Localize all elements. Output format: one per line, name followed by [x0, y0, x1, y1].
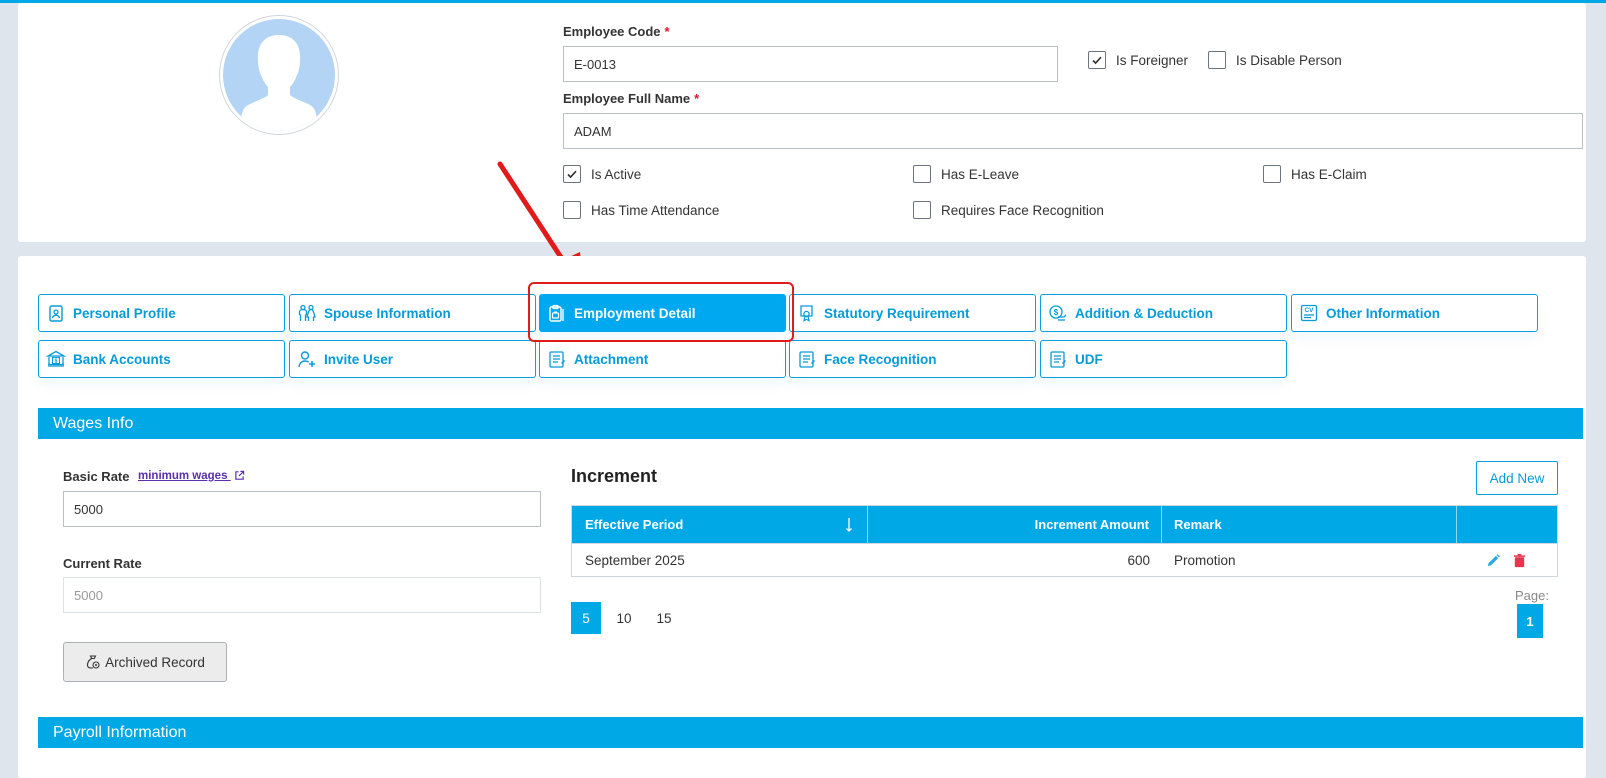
- tab-label: Bank Accounts: [73, 351, 171, 367]
- current-rate-label: Current Rate: [63, 556, 142, 571]
- page-number-1[interactable]: 1: [1517, 604, 1543, 638]
- avatar-placeholder-icon: [223, 19, 335, 131]
- page-size-10[interactable]: 10: [609, 602, 639, 634]
- archived-record-button[interactable]: Archived Record: [63, 642, 227, 682]
- tab-label: UDF: [1075, 351, 1103, 367]
- avatar[interactable]: [219, 15, 339, 135]
- add-user-icon: [296, 348, 318, 370]
- document-edit-icon: [796, 348, 818, 370]
- current-rate-input: 5000: [63, 577, 541, 613]
- checkbox-box[interactable]: [1088, 51, 1106, 69]
- svg-text:CV: CV: [1304, 307, 1314, 314]
- employee-fullname-input[interactable]: ADAM: [563, 113, 1583, 149]
- payroll-information-header: Payroll Information: [38, 717, 1583, 748]
- is-disable-person-label: Is Disable Person: [1236, 52, 1342, 68]
- requires-face-recognition-checkbox[interactable]: Requires Face Recognition: [913, 201, 1104, 219]
- tab-other-information[interactable]: CV Other Information: [1291, 294, 1538, 332]
- svg-text:$: $: [55, 358, 58, 364]
- tab-invite-user[interactable]: Invite User: [289, 340, 536, 378]
- checkbox-box[interactable]: [913, 201, 931, 219]
- employee-code-input[interactable]: E-0013: [563, 46, 1058, 82]
- tab-label: Addition & Deduction: [1075, 305, 1213, 321]
- increment-grid-header: Effective Period Increment Amount Remark: [572, 506, 1557, 543]
- money-icon: $: [1047, 302, 1069, 324]
- table-row[interactable]: September 2025 600 Promotion: [572, 543, 1557, 577]
- external-link-icon: [234, 471, 244, 481]
- archived-record-label: Archived Record: [105, 654, 205, 670]
- employee-code-label: Employee Code *: [563, 24, 670, 39]
- increment-grid: Effective Period Increment Amount Remark…: [571, 505, 1558, 577]
- bank-icon: $: [45, 348, 67, 370]
- is-foreigner-checkbox[interactable]: Is Foreigner: [1088, 51, 1188, 69]
- checkbox-box[interactable]: [913, 165, 931, 183]
- tab-statutory-requirement[interactable]: Statutory Requirement: [789, 294, 1036, 332]
- add-new-button[interactable]: Add New: [1476, 461, 1558, 495]
- money-bag-icon: [87, 655, 100, 669]
- column-label: Increment Amount: [1034, 517, 1149, 532]
- column-effective-period[interactable]: Effective Period: [572, 506, 868, 543]
- is-disable-person-checkbox[interactable]: Is Disable Person: [1208, 51, 1342, 69]
- tab-attachment[interactable]: Attachment: [539, 340, 786, 378]
- minimum-wages-link-text: minimum wages: [138, 470, 228, 482]
- couple-icon: [296, 302, 318, 324]
- cell-effective-period: September 2025: [585, 553, 685, 568]
- column-increment-amount[interactable]: Increment Amount: [868, 506, 1162, 543]
- tab-addition-deduction[interactable]: $ Addition & Deduction: [1040, 294, 1287, 332]
- requires-face-recognition-label: Requires Face Recognition: [941, 202, 1104, 218]
- increment-title: Increment: [571, 466, 658, 486]
- tab-label: Spouse Information: [324, 305, 451, 321]
- wages-info-header: Wages Info: [38, 408, 1583, 439]
- delete-icon[interactable]: [1512, 544, 1528, 577]
- tab-label: Personal Profile: [73, 305, 176, 321]
- column-label: Remark: [1174, 517, 1222, 532]
- certificate-icon: [796, 302, 818, 324]
- page-label: Page:: [1515, 588, 1549, 603]
- tab-bank-accounts[interactable]: $ Bank Accounts: [38, 340, 285, 378]
- basic-rate-input[interactable]: 5000: [63, 491, 541, 527]
- svg-text:$: $: [1054, 308, 1059, 317]
- payroll-information-title: Payroll Information: [53, 723, 187, 741]
- column-remark[interactable]: Remark: [1162, 506, 1457, 543]
- tab-udf[interactable]: UDF: [1040, 340, 1287, 378]
- page-size-5[interactable]: 5: [571, 602, 601, 634]
- tab-face-recognition[interactable]: Face Recognition: [789, 340, 1036, 378]
- tab-label: Other Information: [1326, 305, 1440, 321]
- has-eleave-checkbox[interactable]: Has E-Leave: [913, 165, 1019, 183]
- tab-label: Invite User: [324, 351, 394, 367]
- has-eleave-label: Has E-Leave: [941, 166, 1020, 182]
- has-eclaim-label: Has E-Claim: [1291, 166, 1367, 182]
- column-label: Effective Period: [585, 517, 684, 532]
- active-tab-highlight: [528, 282, 794, 342]
- check-icon: [1092, 56, 1102, 65]
- tab-label: Face Recognition: [824, 351, 937, 367]
- checkbox-box[interactable]: [1263, 165, 1281, 183]
- tab-spouse-information[interactable]: Spouse Information: [289, 294, 536, 332]
- is-foreigner-label: Is Foreigner: [1116, 52, 1189, 68]
- cv-icon: CV: [1298, 302, 1320, 324]
- sort-desc-icon[interactable]: [844, 517, 854, 533]
- document-icon: [546, 348, 568, 370]
- tab-label: Statutory Requirement: [824, 305, 970, 321]
- has-eclaim-checkbox[interactable]: Has E-Claim: [1263, 165, 1367, 183]
- minimum-wages-link[interactable]: minimum wages: [138, 470, 245, 482]
- employee-fullname-label: Employee Full Name *: [563, 91, 700, 106]
- tab-personal-profile[interactable]: Personal Profile: [38, 294, 285, 332]
- cell-increment-amount: 600: [1127, 553, 1150, 568]
- page-size-15[interactable]: 15: [649, 602, 679, 634]
- wages-info-title: Wages Info: [53, 414, 134, 432]
- id-badge-icon: [45, 302, 67, 324]
- document-list-icon: [1047, 348, 1069, 370]
- column-actions: [1457, 506, 1557, 543]
- basic-rate-label: Basic Rate: [63, 469, 130, 484]
- checkbox-box[interactable]: [1208, 51, 1226, 69]
- tab-label: Attachment: [574, 351, 649, 367]
- cell-remark: Promotion: [1174, 553, 1236, 568]
- has-time-attendance-label: Has Time Attendance: [591, 202, 720, 218]
- edit-icon[interactable]: [1486, 544, 1502, 577]
